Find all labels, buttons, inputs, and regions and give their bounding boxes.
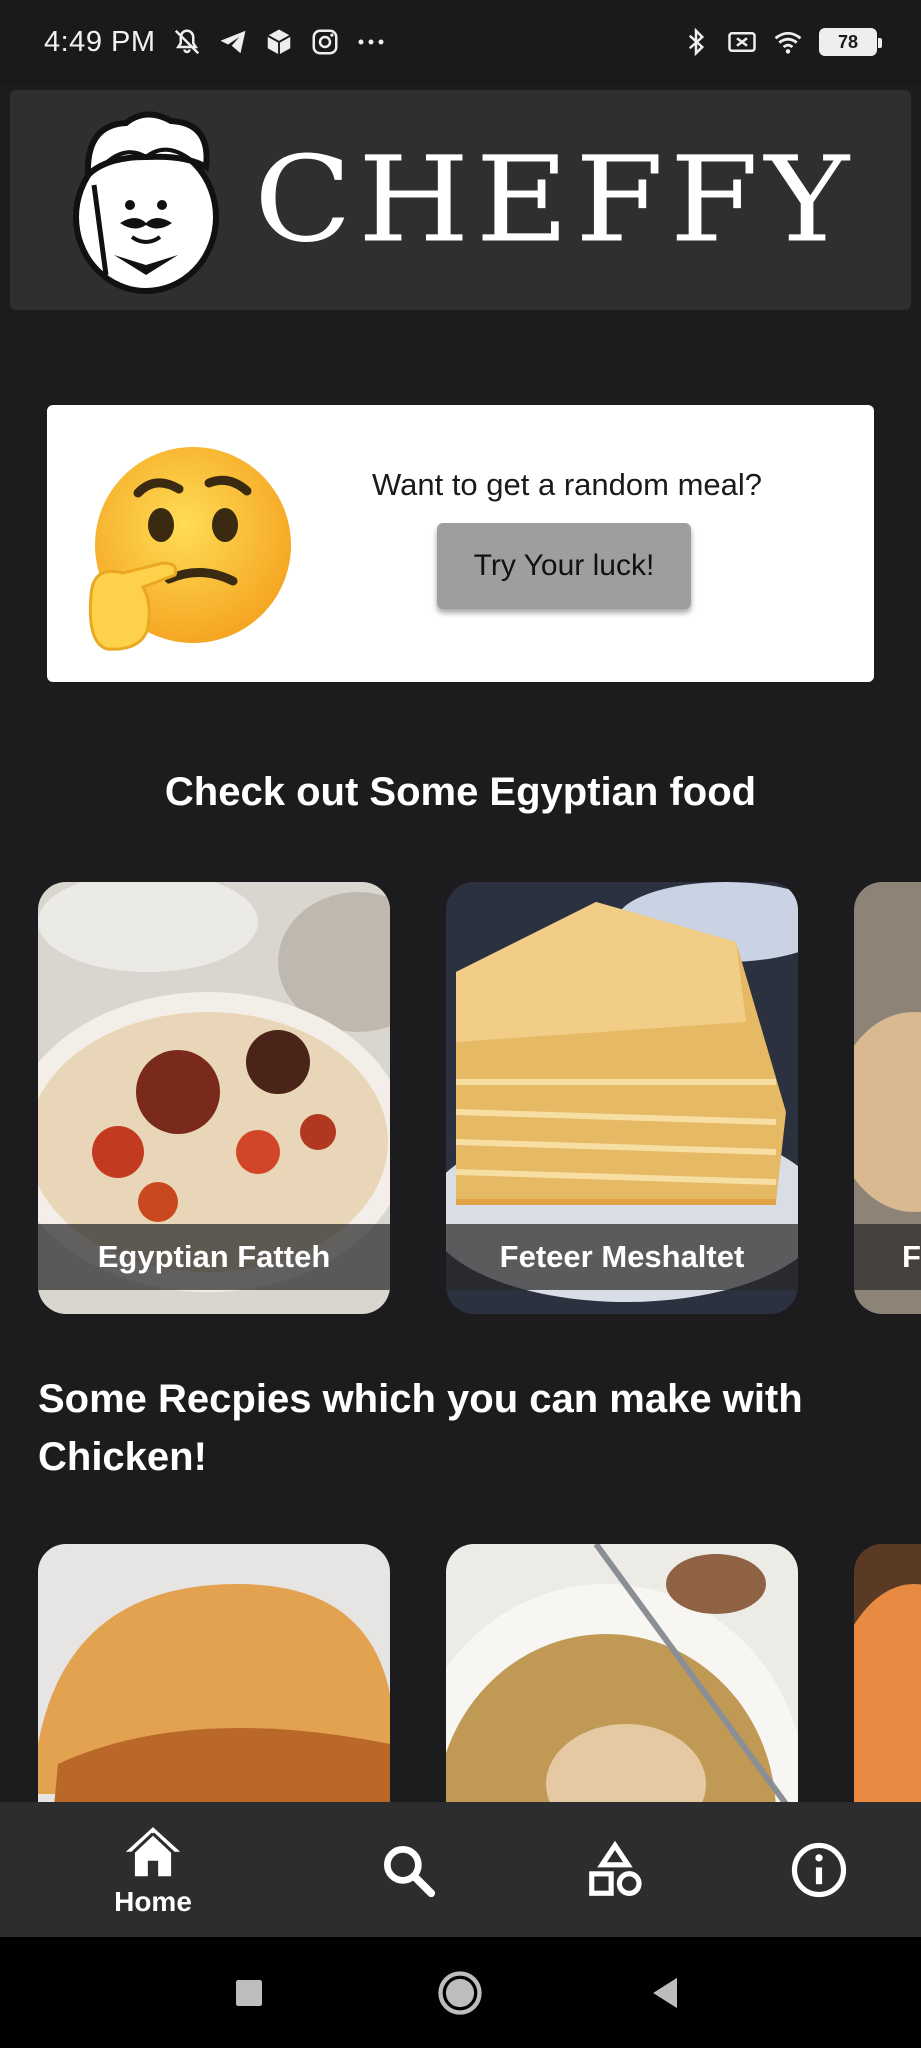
battery-indicator: 78 xyxy=(819,28,882,56)
info-icon xyxy=(791,1842,847,1897)
chef-logo-icon xyxy=(72,111,219,294)
chicken-recipes-carousel[interactable] xyxy=(0,1544,921,1804)
status-bar: 4:49 PM 78 xyxy=(0,0,921,84)
home-button-icon[interactable] xyxy=(434,1967,486,2019)
package-icon xyxy=(264,27,294,57)
thinking-face-icon xyxy=(88,447,291,651)
recent-apps-icon[interactable] xyxy=(223,1967,275,2019)
bell-off-icon xyxy=(172,27,202,57)
random-meal-prompt: Want to get a random meal? xyxy=(372,467,762,502)
nav-home[interactable]: Home xyxy=(83,1802,223,1937)
system-navigation-bar xyxy=(0,1937,921,2048)
nav-search[interactable] xyxy=(338,1802,478,1937)
search-icon xyxy=(383,1845,436,1897)
meal-card[interactable]: Egyptian Fatteh xyxy=(38,882,390,1314)
back-icon[interactable] xyxy=(638,1967,690,2019)
meal-card[interactable]: Fu xyxy=(854,882,921,1314)
app-title: CHEFFY xyxy=(253,131,856,269)
nav-categories[interactable] xyxy=(545,1802,685,1937)
meal-card[interactable] xyxy=(446,1544,798,1804)
meal-card-label: Egyptian Fatteh xyxy=(38,1224,390,1290)
nav-home-label: Home xyxy=(114,1885,192,1917)
chicken-section-title: Some Recpies which you can make with Chi… xyxy=(38,1377,803,1479)
bottom-navigation: Home xyxy=(0,1802,921,1937)
egyptian-food-carousel[interactable]: Egyptian Fatteh Feteer Meshaltet Fu xyxy=(0,882,921,1314)
status-time: 4:49 PM xyxy=(44,25,156,58)
home-icon xyxy=(125,1826,181,1876)
app-header: CHEFFY xyxy=(10,90,911,310)
pasta-image xyxy=(854,1544,921,1804)
chicken-couscous-image xyxy=(446,1544,798,1804)
wifi-icon xyxy=(773,27,803,57)
more-icon xyxy=(356,27,386,57)
chicken-sandwich-image xyxy=(38,1544,390,1804)
no-sim-icon xyxy=(727,27,757,57)
meal-card-label: Fu xyxy=(854,1224,921,1290)
meal-card-label: Feteer Meshaltet xyxy=(446,1224,798,1290)
instagram-icon xyxy=(310,27,340,57)
telegram-icon xyxy=(218,27,248,57)
bluetooth-icon xyxy=(681,27,711,57)
meal-card[interactable] xyxy=(38,1544,390,1804)
try-your-luck-button[interactable]: Try Your luck! xyxy=(437,523,691,609)
egyptian-section-title: Check out Some Egyptian food xyxy=(164,770,757,814)
meal-card[interactable]: Feteer Meshaltet xyxy=(446,882,798,1314)
meal-card[interactable] xyxy=(854,1544,921,1804)
categories-icon xyxy=(589,1840,642,1896)
random-meal-card: Want to get a random meal? Try Your luck… xyxy=(47,405,874,682)
nav-info[interactable] xyxy=(749,1802,889,1937)
